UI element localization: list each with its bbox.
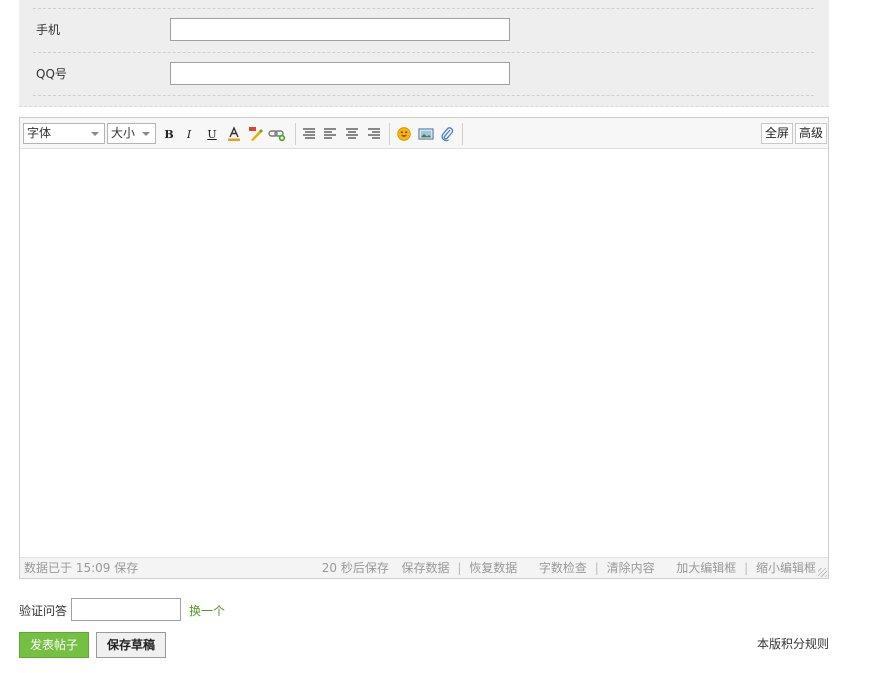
underline-icon: U [207, 127, 217, 141]
statusbar-divider: | [594, 561, 599, 575]
align-right-button[interactable] [365, 125, 383, 143]
link-icon [268, 130, 286, 142]
italic-icon: I [186, 127, 192, 141]
phone-input[interactable] [170, 18, 510, 41]
align-justify-button[interactable] [300, 125, 318, 143]
editor-toolbar: 字体 大小 B I U 全屏 高级 [20, 118, 828, 149]
restore-data-link[interactable]: 恢复数据 [469, 561, 517, 575]
verify-question-label: 验证问答 [19, 604, 68, 618]
align-justify-icon [303, 128, 315, 139]
highlight-pen-icon [249, 127, 263, 141]
fullscreen-button[interactable]: 全屏 [761, 123, 794, 144]
qq-input[interactable] [170, 62, 510, 85]
insert-link-button[interactable] [268, 125, 286, 143]
enlarge-editor-link[interactable]: 加大编辑框 [676, 561, 736, 575]
font-color-icon [228, 126, 240, 141]
chevron-down-icon [91, 132, 99, 136]
resize-grip-icon[interactable] [818, 568, 827, 577]
align-left-button[interactable] [321, 125, 339, 143]
forum-points-rules-link[interactable]: 本版积分规则 [757, 635, 829, 652]
highlight-button[interactable] [247, 125, 265, 143]
toolbar-separator [295, 123, 296, 145]
insert-image-button[interactable] [417, 125, 435, 143]
attachment-button[interactable] [438, 125, 456, 143]
statusbar-divider: | [457, 561, 462, 575]
chevron-down-icon [142, 132, 150, 136]
statusbar-actions: 20 秒后保存 保存数据 | 恢复数据 字数检查 | 清除内容 加大编辑框 | … [322, 558, 816, 578]
change-question-link[interactable]: 换一个 [189, 602, 225, 619]
contact-form-panel: 手机 QQ号 [19, 0, 829, 107]
rich-text-editor: 字体 大小 B I U 全屏 高级 数据已于 15:09 保存 20 秒后保存 … [19, 117, 829, 579]
toolbar-separator [462, 123, 463, 145]
toolbar-separator [389, 123, 390, 145]
phone-label: 手机 [36, 23, 61, 37]
image-icon [418, 128, 434, 140]
emoticon-button[interactable] [395, 125, 413, 143]
editor-statusbar: 数据已于 15:09 保存 20 秒后保存 保存数据 | 恢复数据 字数检查 |… [20, 557, 828, 578]
autosave-countdown-text: 20 秒后保存 [321, 561, 389, 575]
clear-content-link[interactable]: 清除内容 [607, 561, 655, 575]
submit-post-button[interactable]: 发表帖子 [19, 632, 89, 658]
editor-content-area[interactable] [20, 149, 828, 557]
shrink-editor-link[interactable]: 缩小编辑框 [756, 561, 816, 575]
font-size-select-label: 大小 [111, 126, 136, 140]
advanced-mode-button[interactable]: 高级 [795, 123, 828, 144]
verify-answer-input[interactable] [71, 598, 181, 621]
bold-icon: B [164, 127, 174, 141]
italic-button[interactable]: I [180, 125, 198, 143]
paperclip-icon [441, 127, 454, 142]
font-color-button[interactable] [225, 125, 243, 143]
qq-row: QQ号 [33, 52, 814, 96]
font-family-select[interactable]: 字体 [23, 123, 105, 144]
align-right-icon [368, 128, 380, 139]
smiley-icon [397, 127, 411, 141]
font-size-select[interactable]: 大小 [107, 123, 156, 144]
qq-label: QQ号 [36, 67, 67, 81]
font-family-select-label: 字体 [27, 126, 52, 140]
save-draft-button[interactable]: 保存草稿 [96, 632, 166, 658]
underline-button[interactable]: U [203, 125, 221, 143]
save-data-link[interactable]: 保存数据 [401, 561, 449, 575]
word-count-check-link[interactable]: 字数检查 [539, 561, 587, 575]
align-center-icon [346, 128, 358, 139]
phone-row: 手机 [33, 8, 814, 52]
align-left-icon [324, 128, 336, 139]
bold-button[interactable]: B [160, 125, 178, 143]
align-center-button[interactable] [343, 125, 361, 143]
statusbar-divider: | [744, 561, 749, 575]
saved-status-text: 数据已于 15:09 保存 [24, 561, 139, 575]
